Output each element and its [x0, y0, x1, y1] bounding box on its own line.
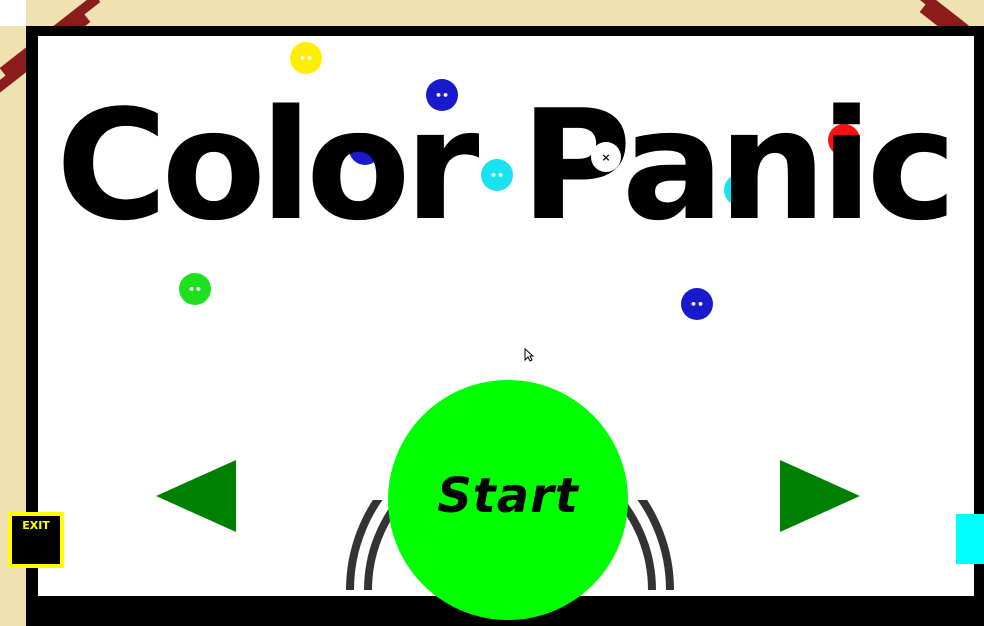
triangle-right-icon[interactable] — [780, 460, 862, 532]
corner-block — [0, 0, 26, 26]
ball-yellow: •• — [290, 42, 322, 74]
triangle-left-icon[interactable] — [156, 460, 238, 532]
exit-label: EXIT — [22, 519, 50, 532]
cyan-block — [956, 514, 984, 564]
exit-button[interactable]: EXIT — [8, 512, 64, 568]
ball-blue: •• — [681, 288, 713, 320]
ball-green: •• — [179, 273, 211, 305]
mouse-pointer-icon — [524, 348, 534, 362]
ball-white: × — [591, 142, 621, 172]
start-label: Start — [437, 468, 579, 524]
start-button[interactable]: Start — [388, 380, 628, 620]
game-title: Color Panic — [56, 77, 957, 254]
